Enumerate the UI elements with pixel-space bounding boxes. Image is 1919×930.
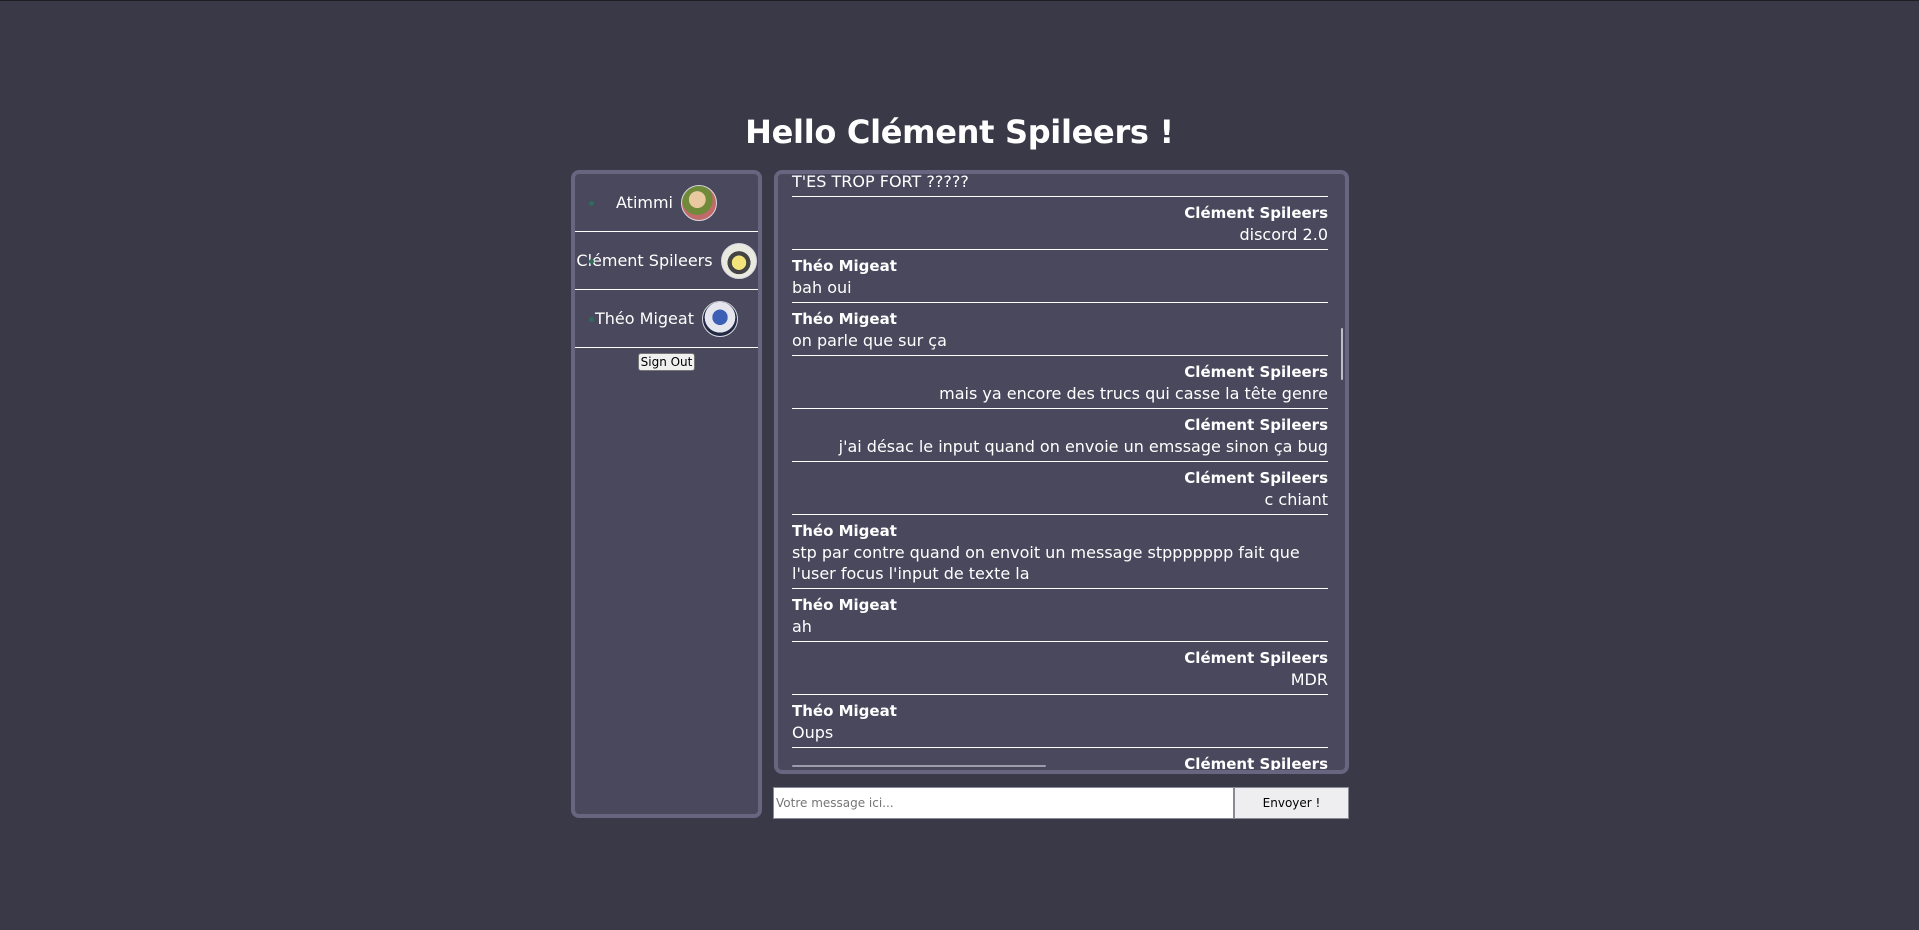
message-author: Théo Migeat bbox=[792, 702, 897, 720]
message: Clément Spileers bbox=[792, 748, 1328, 773]
vertical-scrollbar[interactable] bbox=[1341, 328, 1343, 380]
avatar bbox=[681, 184, 717, 221]
status-dot-icon bbox=[589, 201, 594, 206]
message: Théo Migeat bah oui bbox=[792, 250, 1328, 303]
message-author: Théo Migeat bbox=[792, 596, 897, 614]
user-name: Théo Migeat bbox=[595, 309, 694, 328]
message-author: Clément Spileers bbox=[1184, 204, 1328, 222]
message-text: stp par contre quand on envoit un messag… bbox=[792, 543, 1300, 583]
message-text: Oups bbox=[792, 723, 834, 742]
message: Théo Migeat ah bbox=[792, 589, 1328, 642]
message-author: Théo Migeat bbox=[792, 522, 897, 540]
message: Clément Spileers j'ai désac le input qua… bbox=[792, 409, 1328, 462]
sign-out-button[interactable]: Sign Out bbox=[637, 353, 696, 371]
user-list: Atimmi Clément Spileers Théo Migeat bbox=[575, 174, 758, 348]
sidebar-item-atimmi[interactable]: Atimmi bbox=[575, 174, 758, 232]
message-text: mais ya encore des trucs qui casse la tê… bbox=[939, 384, 1328, 403]
message: Théo Migeat stp par contre quand on envo… bbox=[792, 515, 1328, 589]
message-author: Clément Spileers bbox=[1184, 649, 1328, 667]
sidebar-item-theo-migeat[interactable]: Théo Migeat bbox=[575, 290, 758, 348]
message: Théo Migeat on parle que sur ça bbox=[792, 303, 1328, 356]
message-text: ah bbox=[792, 617, 812, 636]
status-dot-icon bbox=[589, 259, 594, 264]
user-name: Atimmi bbox=[616, 193, 673, 212]
page: Hello Clément Spileers ! Atimmi Clément … bbox=[0, 0, 1919, 930]
message-text: T'ES TROP FORT ????? bbox=[792, 172, 969, 191]
message-input[interactable] bbox=[773, 787, 1234, 819]
sign-out-wrapper: Sign Out bbox=[575, 351, 758, 371]
message: Clément Spileers mais ya encore des truc… bbox=[792, 356, 1328, 409]
message-composer: Envoyer ! bbox=[773, 787, 1349, 819]
message-author: Théo Migeat bbox=[792, 310, 897, 328]
message-text: bah oui bbox=[792, 278, 852, 297]
message: Clément Spileers MDR bbox=[792, 642, 1328, 695]
message: Théo Migeat Oups bbox=[792, 695, 1328, 748]
avatar bbox=[701, 300, 738, 337]
message-text: MDR bbox=[1290, 670, 1328, 689]
message-author: Clément Spileers bbox=[1184, 363, 1328, 381]
message: Clément Spileers c chiant bbox=[792, 462, 1328, 515]
user-sidebar: Atimmi Clément Spileers Théo Migeat Sign… bbox=[571, 170, 762, 818]
chat-messages-panel[interactable]: T'ES TROP FORT ????? Clément Spileers di… bbox=[774, 170, 1349, 774]
status-dot-icon bbox=[589, 317, 594, 322]
message: Clément Spileers discord 2.0 bbox=[792, 197, 1328, 250]
message-text: c chiant bbox=[1264, 490, 1328, 509]
message-list: T'ES TROP FORT ????? Clément Spileers di… bbox=[792, 172, 1328, 773]
avatar bbox=[720, 242, 757, 279]
message-author: Clément Spileers bbox=[1184, 469, 1328, 487]
message-author: Théo Migeat bbox=[792, 257, 897, 275]
message: T'ES TROP FORT ????? bbox=[792, 172, 1328, 197]
message-text: j'ai désac le input quand on envoie un e… bbox=[838, 437, 1328, 456]
user-name: Clément Spileers bbox=[576, 251, 713, 270]
message-text: discord 2.0 bbox=[1239, 225, 1328, 244]
send-button[interactable]: Envoyer ! bbox=[1234, 787, 1349, 819]
sidebar-item-clement-spileers[interactable]: Clément Spileers bbox=[575, 232, 758, 290]
page-title: Hello Clément Spileers ! bbox=[745, 113, 1174, 151]
message-author: Clément Spileers bbox=[1184, 416, 1328, 434]
horizontal-scrollbar[interactable] bbox=[792, 765, 1046, 767]
message-text: on parle que sur ça bbox=[792, 331, 947, 350]
message-author: Clément Spileers bbox=[1184, 755, 1328, 773]
